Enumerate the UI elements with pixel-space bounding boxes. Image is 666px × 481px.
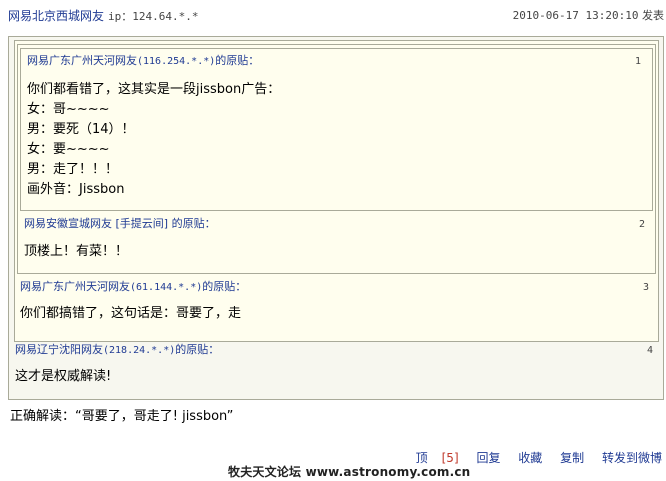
post-label: 发表: [642, 9, 664, 22]
favorite-button[interactable]: 收藏: [518, 451, 542, 465]
quote-author-ip: (61.144.*.*): [130, 282, 203, 293]
quote-line: 你们都搞错了，这句话是：哥要了，走: [20, 306, 242, 321]
forward-weibo-button[interactable]: 转发到微博: [602, 451, 662, 465]
quote-header-floor-4: 网易辽宁沈阳网友(218.24.*.*)的原贴：: [15, 343, 219, 358]
reply-text: 正确解读：“哥要了，哥走了! jissbon”: [10, 409, 234, 424]
post-author-ip: ip：124.64.*.*: [108, 10, 199, 23]
reply-button[interactable]: 回复: [476, 451, 500, 465]
floor-number: 1: [635, 56, 642, 67]
quote-suffix: 的原贴：: [202, 280, 247, 293]
quote-author-link[interactable]: 网易广东广州天河网友: [27, 54, 137, 67]
quote-line: 男：走了！！！: [27, 162, 119, 177]
post-header: 网易北京西城网友 ip：124.64.*.* 2010-06-17 13:20:1…: [8, 6, 664, 26]
quote-line: 你们都看错了，这其实是一段jissbon广告：: [27, 82, 281, 97]
post-datetime: 2010-06-17 13:20:10: [512, 9, 639, 22]
quote-author-ip: (116.254.*.*): [137, 56, 216, 67]
quote-line: 画外音：Jissbon: [27, 182, 125, 197]
quote-author-ip: (218.24.*.*): [103, 345, 176, 356]
quote-body-floor-3: 你们都搞错了，这句话是：哥要了，走: [20, 304, 241, 324]
quote-line: 女：哥~~~~: [27, 102, 110, 117]
quote-author-nick: [手提云间]: [112, 217, 169, 230]
quote-header-floor-3: 网易广东广州天河网友(61.144.*.*)的原贴：: [20, 280, 246, 295]
quote-body-floor-1: 你们都看错了，这其实是一段jissbon广告： 女：哥~~~~ 男：要死（14）…: [27, 80, 280, 200]
floor-number: 2: [639, 219, 646, 230]
post-author-link[interactable]: 网易北京西城网友: [8, 9, 104, 23]
quote-line: 女：要~~~~: [27, 142, 110, 157]
quote-suffix: 的原贴：: [175, 343, 220, 356]
quote-author-link[interactable]: 网易安徽宣城网友: [24, 217, 112, 230]
quote-body-floor-4: 这才是权威解读!: [15, 367, 111, 387]
quote-author-link[interactable]: 网易辽宁沈阳网友: [15, 343, 103, 356]
site-watermark: 牧夫天文论坛 www.astronomy.com.cn: [228, 465, 471, 479]
quote-line: 男：要死（14）！: [27, 122, 135, 137]
floor-number: 4: [647, 345, 654, 356]
quote-suffix: 的原贴：: [168, 217, 216, 230]
quote-header-floor-1: 网易广东广州天河网友(116.254.*.*)的原贴：: [27, 54, 259, 69]
quote-suffix: 的原贴：: [215, 54, 260, 67]
quote-line: 顶楼上！有菜！！: [24, 244, 129, 259]
quote-line: 这才是权威解读!: [15, 369, 112, 384]
post-meta: 2010-06-17 13:20:10 发表: [513, 6, 664, 26]
quote-body-floor-2: 顶楼上！有菜！！: [24, 242, 128, 262]
quote-header-floor-2: 网易安徽宣城网友 [手提云间] 的原贴：: [24, 217, 216, 231]
quote-author-link[interactable]: 网易广东广州天河网友: [20, 280, 130, 293]
floor-number: 3: [643, 282, 650, 293]
copy-button[interactable]: 复制: [560, 451, 584, 465]
